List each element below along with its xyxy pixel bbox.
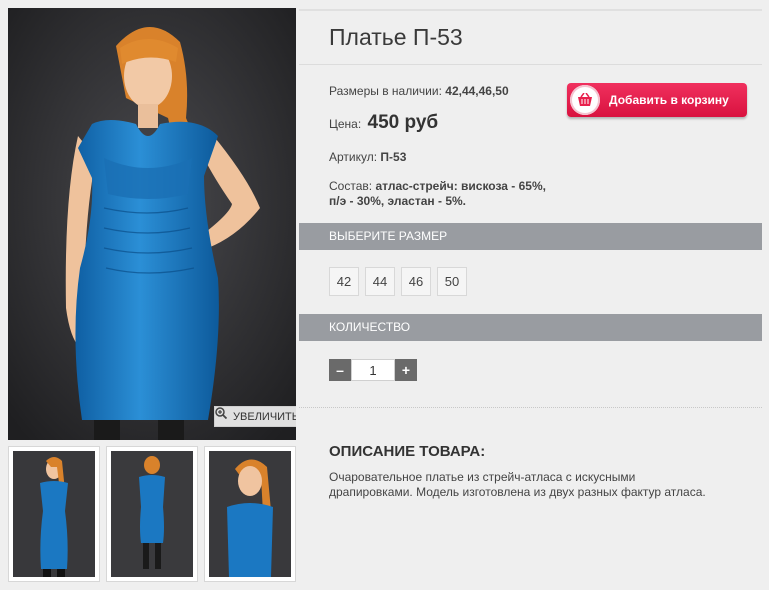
article: Артикул: П-53	[329, 150, 406, 164]
main-product-photo[interactable]: УВЕЛИЧИТЬ	[8, 8, 296, 440]
article-label: Артикул:	[329, 150, 378, 164]
divider	[299, 9, 762, 11]
size-option-50[interactable]: 50	[437, 267, 467, 296]
thumbnail-back[interactable]	[106, 446, 198, 582]
composition-label: Состав:	[329, 179, 373, 193]
description-title: ОПИСАНИЕ ТОВАРА:	[329, 443, 486, 460]
price: Цена: 450 руб	[329, 112, 438, 134]
basket-icon	[570, 85, 600, 115]
price-value: 450 руб	[367, 112, 439, 133]
quantity-section-header: КОЛИЧЕСТВО	[299, 314, 762, 341]
divider	[299, 64, 762, 65]
zoom-button[interactable]: УВЕЛИЧИТЬ	[214, 406, 296, 427]
quantity-input[interactable]	[351, 359, 395, 381]
thumbnail-image	[111, 451, 193, 577]
decrement-button[interactable]: –	[329, 359, 351, 381]
thumbnail-image	[209, 451, 291, 577]
size-option-42[interactable]: 42	[329, 267, 359, 296]
article-value: П-53	[380, 150, 407, 164]
quantity-stepper: – +	[329, 359, 417, 381]
size-option-44[interactable]: 44	[365, 267, 395, 296]
available-sizes: Размеры в наличии: 42,44,46,50	[329, 84, 509, 98]
size-option-46[interactable]: 46	[401, 267, 431, 296]
thumbnail-closeup[interactable]	[204, 446, 296, 582]
add-to-cart-button[interactable]: Добавить в корзину	[567, 83, 747, 117]
thumbnail-image	[13, 451, 95, 577]
available-sizes-value: 42,44,46,50	[445, 84, 509, 98]
product-title: Платье П-53	[329, 24, 463, 50]
composition: Состав: атлас-стрейч: вискоза - 65%, п/э…	[329, 179, 549, 209]
zoom-label: УВЕЛИЧИТЬ	[233, 410, 296, 423]
description-text: Очаровательное платье из стрейч-атласа с…	[329, 470, 706, 499]
model-in-blue-dress-image	[8, 8, 296, 440]
thumbnail-front[interactable]	[8, 446, 100, 582]
add-to-cart-label: Добавить в корзину	[609, 93, 729, 107]
price-label: Цена:	[329, 117, 362, 131]
increment-button[interactable]: +	[395, 359, 417, 381]
divider	[299, 407, 762, 408]
product-info-panel: Платье П-53 Размеры в наличии: 42,44,46,…	[299, 0, 769, 590]
available-sizes-label: Размеры в наличии:	[329, 84, 442, 98]
magnifier-plus-icon	[215, 407, 230, 423]
thumbnail-strip	[8, 446, 298, 582]
size-section-header: ВЫБЕРИТЕ РАЗМЕР	[299, 223, 762, 250]
